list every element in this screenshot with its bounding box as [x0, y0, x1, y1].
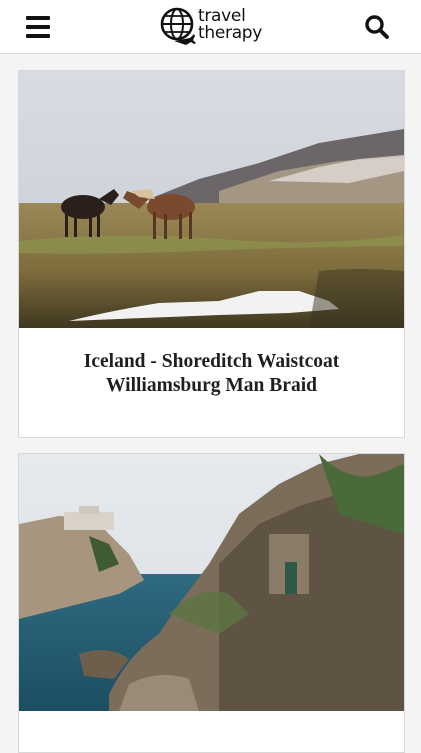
post-title[interactable]	[19, 711, 404, 733]
logo-line-therapy: therapy	[198, 23, 263, 43]
post-title[interactable]: Iceland - Shoreditch Waistcoat Williamsb…	[19, 328, 404, 398]
logo-wordmark: travel therapy	[198, 8, 262, 42]
site-logo[interactable]: travel therapy	[160, 5, 270, 49]
search-icon[interactable]	[364, 14, 390, 40]
post-image-iceland-horses[interactable]	[19, 71, 404, 328]
menu-bar	[26, 34, 50, 38]
post-image-coastal-cliffs[interactable]	[19, 454, 404, 711]
top-navigation-bar: travel therapy	[0, 0, 421, 54]
post-card[interactable]	[18, 453, 405, 753]
menu-icon[interactable]	[26, 16, 50, 38]
menu-bar	[26, 25, 50, 29]
globe-plane-icon	[160, 7, 196, 45]
menu-bar	[26, 16, 50, 20]
post-card[interactable]: Iceland - Shoreditch Waistcoat Williamsb…	[18, 70, 405, 438]
